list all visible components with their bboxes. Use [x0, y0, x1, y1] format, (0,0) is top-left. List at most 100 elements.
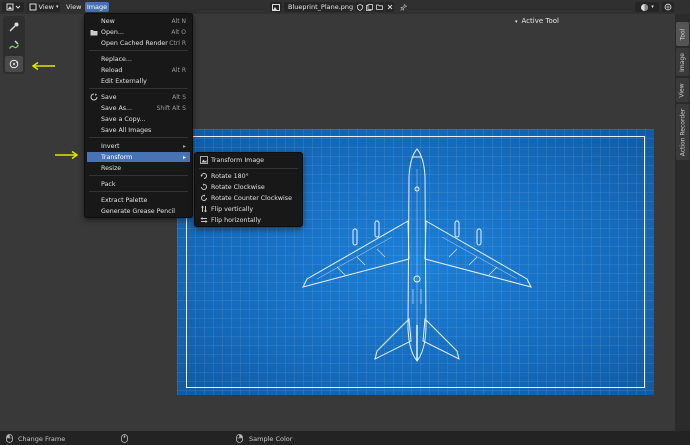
- menu-item-label: Invert: [101, 142, 120, 150]
- rotate-ccw-icon: [200, 194, 208, 202]
- menu-item-label: Replace...: [101, 55, 132, 63]
- sample-tool-button[interactable]: [5, 19, 23, 35]
- menu-item-label: Rotate Counter Clockwise: [211, 194, 292, 202]
- menu-item-label: Rotate 180°: [211, 172, 249, 180]
- menu-item-flip-vertically[interactable]: Flip vertically: [197, 204, 300, 214]
- fake-user-shield-icon[interactable]: [355, 2, 364, 12]
- new-image-icon: [90, 17, 98, 25]
- menu-item-flip-horizontally[interactable]: Flip horizontally: [197, 215, 300, 225]
- tab-tool-label: Tool: [679, 28, 686, 40]
- menu-item-invert[interactable]: Invert ▸: [87, 141, 190, 151]
- image-name-field[interactable]: Blueprint_Plane.png: [284, 2, 354, 12]
- image-menu-dropdown: New Alt N Open... Alt O Open Cached Rend…: [84, 13, 193, 218]
- menu-item-new[interactable]: New Alt N: [87, 16, 190, 26]
- menu-item-rotate-180[interactable]: Rotate 180°: [197, 171, 300, 181]
- mouse-right-icon: [236, 434, 243, 443]
- flip-vertical-icon: [200, 205, 208, 213]
- sidebar-tabs: Tool Image View Action Recorder: [675, 14, 690, 431]
- tab-image[interactable]: Image: [676, 48, 689, 76]
- menu-item-label: Save As...: [101, 104, 133, 112]
- tool-shelf: [3, 16, 25, 74]
- tab-view[interactable]: View: [676, 78, 689, 102]
- menu-item-shortcut: Shift Alt S: [156, 104, 186, 112]
- menu-item-extract-palette[interactable]: Extract Palette: [87, 195, 190, 205]
- menu-item-label: Pack: [101, 180, 116, 188]
- open-folder-icon[interactable]: [375, 2, 384, 12]
- tab-view-label: View: [679, 82, 686, 98]
- annotation-arrow-icon: [55, 150, 79, 160]
- menu-item-label: Flip vertically: [211, 205, 254, 213]
- tab-tool[interactable]: Tool: [676, 22, 689, 46]
- transform-image-icon: [200, 156, 208, 164]
- menu-item-replace[interactable]: Replace...: [87, 54, 190, 64]
- unlink-x-icon[interactable]: [385, 2, 394, 12]
- submenu-title-label: Transform Image: [211, 156, 265, 164]
- duplicate-icon[interactable]: [365, 2, 374, 12]
- menu-item-transform[interactable]: Transform ▸: [87, 152, 190, 162]
- menu-item-label: Save a Copy...: [101, 115, 146, 123]
- menu-item-label: Open...: [101, 28, 124, 36]
- menu-item-label: Resize: [101, 164, 122, 172]
- tab-action-recorder-label: Action Recorder: [679, 108, 686, 156]
- eyedropper-icon: [9, 22, 19, 32]
- image-editor-header: View ▾ View Image Blueprint_Plane.png ▾: [0, 0, 690, 14]
- transform-tool-button[interactable]: [5, 56, 23, 72]
- menu-separator: [89, 50, 188, 51]
- active-tool-panel-header[interactable]: ▾ Active Tool: [515, 17, 559, 25]
- menu-item-save-as[interactable]: Save As... Shift Alt S: [87, 103, 190, 113]
- menu-item-reload[interactable]: Reload Alt R: [87, 65, 190, 75]
- menu-item-label: Extract Palette: [101, 196, 148, 204]
- view-menu[interactable]: View: [64, 2, 83, 12]
- submenu-arrow-icon: ▸: [182, 142, 186, 150]
- scope-icon[interactable]: [662, 2, 674, 12]
- image-browse-button[interactable]: [270, 2, 282, 12]
- menu-item-open-cached-render[interactable]: Open Cached Render Ctrl R: [87, 38, 190, 48]
- menu-item-shortcut: Ctrl R: [169, 39, 186, 47]
- menu-item-save-a-copy[interactable]: Save a Copy...: [87, 114, 190, 124]
- menu-item-open[interactable]: Open... Alt O: [87, 27, 190, 37]
- menu-item-rotate-counter-clockwise[interactable]: Rotate Counter Clockwise: [197, 193, 300, 203]
- status-bar: Change Frame Sample Color: [0, 431, 690, 445]
- menu-item-save[interactable]: Save Alt S: [87, 92, 190, 102]
- menu-item-label: Open Cached Render: [101, 39, 168, 47]
- view-mode-label: View: [38, 3, 54, 11]
- menu-item-save-all-images[interactable]: Save All Images: [87, 125, 190, 135]
- submenu-title: Transform Image: [197, 155, 300, 165]
- menu-item-label: Save: [101, 93, 117, 101]
- rotate-cw-icon: [200, 183, 208, 191]
- active-tool-title: Active Tool: [521, 17, 559, 25]
- view-mode-dropdown[interactable]: View ▾: [27, 2, 60, 12]
- menu-item-shortcut: Alt O: [171, 28, 186, 36]
- annotate-pen-icon: [9, 40, 20, 49]
- pin-icon[interactable]: [398, 2, 408, 12]
- menu-item-label: Transform: [101, 153, 133, 161]
- display-channels-dropdown[interactable]: ▾: [635, 2, 659, 12]
- tab-action-recorder[interactable]: Action Recorder: [676, 104, 689, 160]
- menu-separator: [89, 88, 188, 89]
- menu-separator: [89, 191, 188, 192]
- menu-item-edit-externally[interactable]: Edit Externally: [87, 76, 190, 86]
- menu-item-rotate-clockwise[interactable]: Rotate Clockwise: [197, 182, 300, 192]
- folder-icon: [90, 28, 98, 36]
- panel-expand-icon: ▾: [515, 19, 518, 25]
- image-menu[interactable]: Image: [85, 2, 109, 12]
- submenu-arrow-icon: ▸: [182, 153, 186, 161]
- menu-item-generate-grease-pencil[interactable]: Generate Grease Pencil: [87, 206, 190, 216]
- annotation-arrow-icon: [31, 61, 55, 71]
- menu-separator: [89, 175, 188, 176]
- flip-horizontal-icon: [200, 216, 208, 224]
- menu-separator: [199, 168, 298, 169]
- menu-item-label: Flip horizontally: [211, 216, 262, 224]
- menu-item-label: Reload: [101, 66, 123, 74]
- editor-type-button[interactable]: [2, 2, 24, 12]
- chevron-down-icon: ▾: [651, 4, 654, 10]
- image-icon: [272, 3, 280, 11]
- transform-rotate-icon: [9, 59, 19, 69]
- menu-item-label: Save All Images: [101, 126, 152, 134]
- status-left-hint: Change Frame: [18, 435, 66, 443]
- annotate-tool-button[interactable]: [5, 37, 23, 53]
- menu-item-shortcut: Alt S: [172, 93, 186, 101]
- menu-item-pack[interactable]: Pack: [87, 179, 190, 189]
- menu-separator: [89, 137, 188, 138]
- menu-item-resize[interactable]: Resize: [87, 163, 190, 173]
